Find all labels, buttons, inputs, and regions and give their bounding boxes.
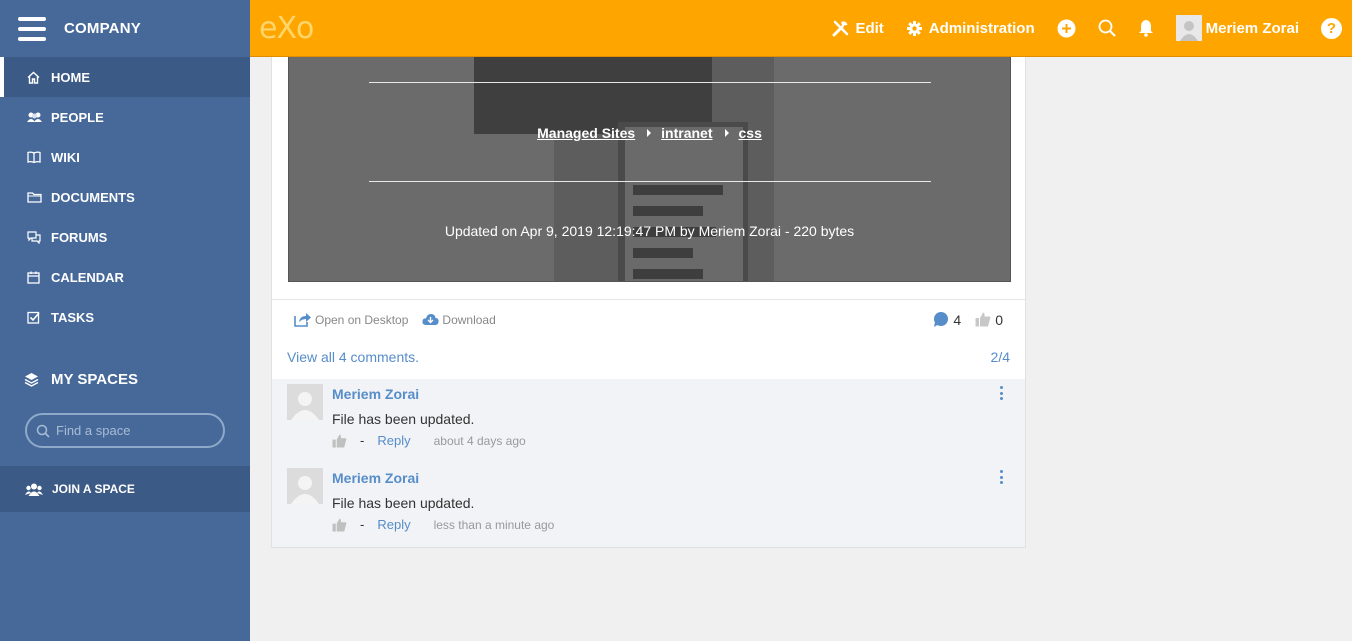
sidebar-item-tasks[interactable]: TASKS bbox=[0, 297, 250, 337]
bell-icon[interactable] bbox=[1138, 19, 1154, 37]
like-count: 0 bbox=[995, 311, 1003, 328]
sidebar-item-people[interactable]: PEOPLE bbox=[0, 97, 250, 137]
comment-text: File has been updated. bbox=[332, 411, 475, 427]
sidebar-nav: HOME PEOPLE WIKI DOCUMENTS FORUMS CALEND… bbox=[0, 57, 250, 337]
caret-right-icon bbox=[724, 129, 729, 137]
comment-item: Meriem Zorai File has been updated. - Re… bbox=[272, 379, 1025, 463]
thumbs-up-icon bbox=[975, 312, 991, 327]
avatar bbox=[1175, 15, 1202, 41]
top-navigation-bar: eXo Edit Administration Meriem Zorai ? bbox=[250, 0, 1352, 57]
sidebar-item-calendar[interactable]: CALENDAR bbox=[0, 257, 250, 297]
separator: - bbox=[360, 433, 365, 448]
file-preview-icon bbox=[474, 57, 774, 281]
separator: - bbox=[360, 517, 365, 532]
sidebar-item-label: HOME bbox=[51, 69, 90, 85]
company-name[interactable]: COMPANY bbox=[64, 20, 141, 37]
comment-bubble-icon bbox=[933, 312, 949, 327]
user-menu[interactable]: Meriem Zorai bbox=[1175, 15, 1299, 41]
reply-link[interactable]: Reply bbox=[377, 517, 410, 532]
administration-label: Administration bbox=[928, 19, 1035, 37]
edit-button[interactable]: Edit bbox=[832, 19, 884, 37]
search-icon[interactable] bbox=[1098, 19, 1116, 37]
join-space-button[interactable]: JOIN A SPACE bbox=[0, 466, 250, 512]
comment-author[interactable]: Meriem Zorai bbox=[332, 470, 419, 486]
reply-link[interactable]: Reply bbox=[377, 433, 410, 448]
sidebar-item-forums[interactable]: FORUMS bbox=[0, 217, 250, 257]
breadcrumb-managed-sites[interactable]: Managed Sites bbox=[537, 125, 635, 141]
join-group-icon bbox=[25, 483, 52, 496]
comment-text: File has been updated. bbox=[332, 495, 475, 511]
folder-icon bbox=[27, 191, 51, 203]
sidebar: COMPANY HOME PEOPLE WIKI DOCUMENTS FORUM… bbox=[0, 0, 250, 641]
sidebar-item-label: WIKI bbox=[51, 149, 80, 165]
topbar-actions: Edit Administration Meriem Zorai ? bbox=[832, 0, 1352, 56]
people-icon bbox=[27, 111, 51, 123]
divider bbox=[369, 82, 931, 83]
sidebar-item-wiki[interactable]: WIKI bbox=[0, 137, 250, 177]
avatar[interactable] bbox=[287, 468, 323, 504]
like-count-button[interactable]: 0 bbox=[975, 312, 1003, 328]
open-on-desktop-button[interactable]: Open on Desktop bbox=[294, 312, 408, 327]
comment-item: Meriem Zorai File has been updated. - Re… bbox=[272, 463, 1025, 547]
layers-icon bbox=[24, 372, 51, 387]
sidebar-item-label: DOCUMENTS bbox=[51, 189, 135, 205]
sidebar-item-documents[interactable]: DOCUMENTS bbox=[0, 177, 250, 217]
exo-logo[interactable]: eXo bbox=[259, 11, 314, 46]
comment-timestamp: about 4 days ago bbox=[433, 433, 526, 448]
thumbs-up-icon[interactable] bbox=[332, 517, 347, 532]
sidebar-brand: COMPANY bbox=[0, 0, 250, 57]
activity-counts: 4 0 bbox=[919, 312, 1003, 328]
breadcrumb: Managed Sites intranet css bbox=[289, 125, 1010, 141]
book-icon bbox=[27, 151, 51, 163]
document-preview[interactable]: Managed Sites intranet css Updated on Apr … bbox=[288, 57, 1011, 282]
gear-icon bbox=[906, 20, 923, 37]
join-space-label: JOIN A SPACE bbox=[52, 482, 135, 496]
view-all-comments-link[interactable]: View all 4 comments. bbox=[287, 349, 419, 365]
help-icon[interactable]: ? bbox=[1321, 17, 1342, 39]
comment-meta: - Reply less than a minute ago bbox=[332, 517, 554, 532]
add-icon[interactable] bbox=[1057, 19, 1076, 38]
search-icon bbox=[36, 424, 50, 438]
caret-right-icon bbox=[647, 129, 652, 137]
sidebar-item-label: PEOPLE bbox=[51, 109, 104, 125]
hamburger-menu-icon[interactable] bbox=[18, 16, 46, 41]
breadcrumb-css[interactable]: css bbox=[739, 125, 762, 141]
breadcrumb-intranet[interactable]: intranet bbox=[661, 125, 712, 141]
divider bbox=[369, 181, 931, 182]
avatar[interactable] bbox=[287, 384, 323, 420]
sidebar-item-home[interactable]: HOME bbox=[0, 57, 250, 97]
download-button[interactable]: Download bbox=[422, 312, 496, 327]
download-label: Download bbox=[442, 312, 496, 327]
open-external-icon bbox=[294, 312, 312, 327]
activity-card: Managed Sites intranet css Updated on Apr … bbox=[271, 57, 1026, 548]
sidebar-item-label: CALENDAR bbox=[51, 269, 124, 285]
my-spaces-label: MY SPACES bbox=[51, 370, 138, 388]
open-on-desktop-label: Open on Desktop bbox=[315, 312, 409, 327]
comment-meta: - Reply about 4 days ago bbox=[332, 433, 526, 448]
tools-icon bbox=[832, 20, 849, 37]
edit-label: Edit bbox=[855, 19, 884, 37]
sidebar-item-label: TASKS bbox=[51, 309, 95, 325]
comments-pager: 2/4 bbox=[990, 349, 1010, 365]
comment-count-button[interactable]: 4 bbox=[933, 312, 961, 328]
forum-icon bbox=[27, 230, 51, 244]
checkbox-icon bbox=[27, 311, 51, 324]
my-spaces-heading[interactable]: MY SPACES bbox=[0, 359, 250, 399]
comment-timestamp: less than a minute ago bbox=[433, 517, 555, 532]
space-search-input[interactable] bbox=[56, 423, 216, 438]
space-search bbox=[25, 413, 225, 448]
administration-button[interactable]: Administration bbox=[906, 20, 1035, 37]
comment-count: 4 bbox=[953, 311, 962, 328]
calendar-icon bbox=[27, 271, 51, 284]
file-updated-info: Updated on Apr 9, 2019 12:19:47 PM by Me… bbox=[444, 223, 855, 239]
thumbs-up-icon[interactable] bbox=[332, 433, 347, 448]
sidebar-item-label: FORUMS bbox=[51, 229, 108, 245]
comment-author[interactable]: Meriem Zorai bbox=[332, 386, 419, 402]
more-options-icon[interactable] bbox=[998, 470, 1004, 484]
home-icon bbox=[27, 71, 51, 84]
activity-actions: Open on Desktop Download 4 0 bbox=[272, 299, 1025, 339]
more-options-icon[interactable] bbox=[998, 386, 1004, 400]
user-name: Meriem Zorai bbox=[1205, 19, 1299, 37]
cloud-download-icon bbox=[422, 313, 439, 326]
